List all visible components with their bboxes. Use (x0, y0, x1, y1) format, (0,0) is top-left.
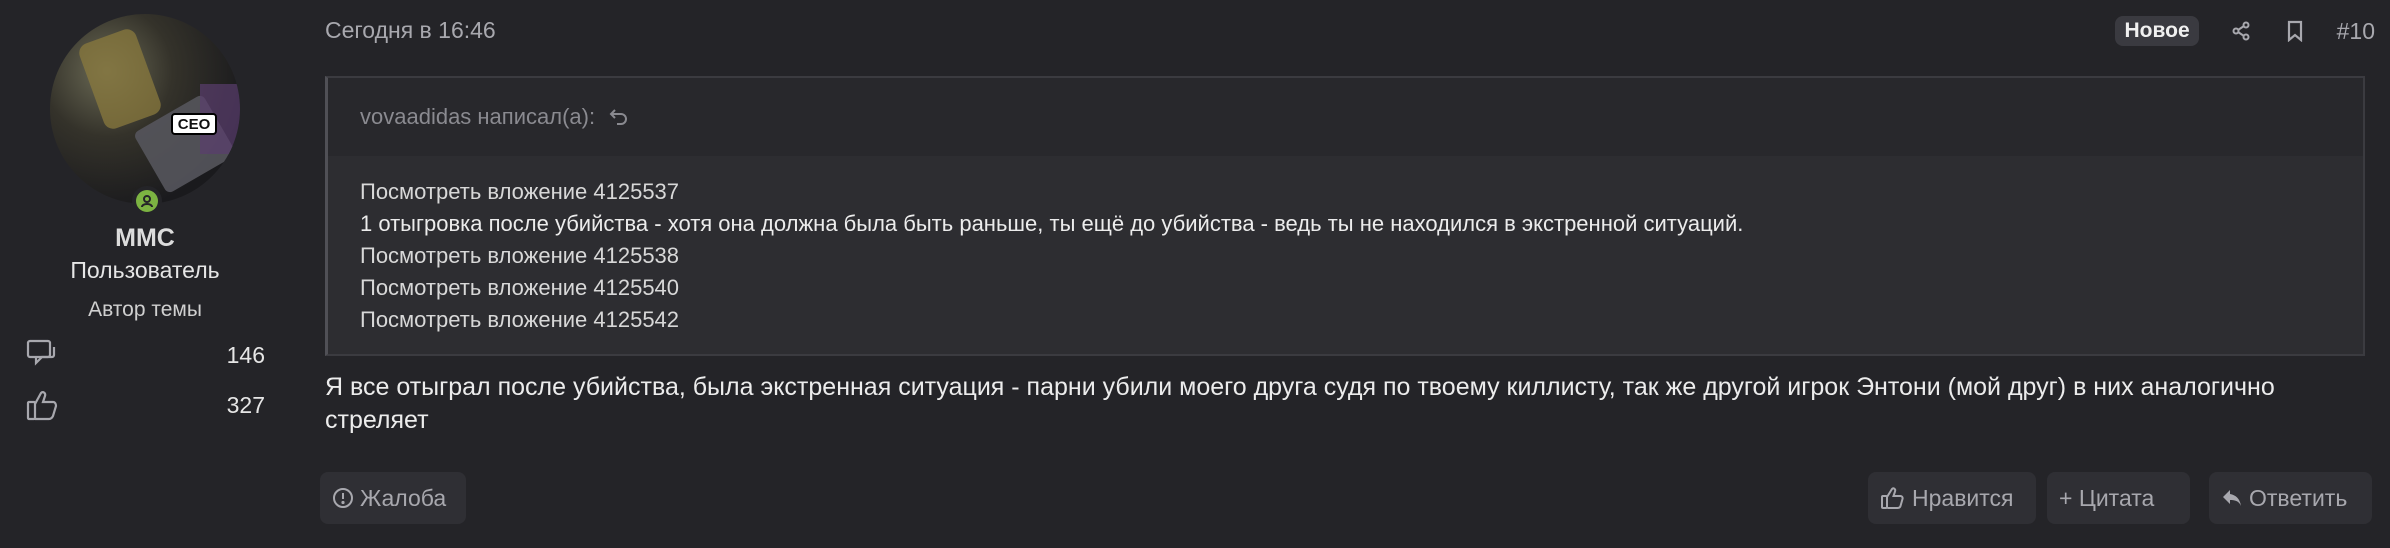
likes-count: 327 (226, 392, 265, 418)
avatar-ceo-badge: CEO (171, 113, 217, 135)
attachment-link[interactable]: Посмотреть вложение 4125538 (360, 240, 2363, 272)
user-info: CEO MMC Пользователь Автор темы 146 327 (0, 0, 290, 548)
report-label: Жалоба (360, 484, 447, 511)
attachment-link[interactable]: Посмотреть вложение 4125542 (360, 304, 2363, 336)
thumbs-up-icon (1881, 487, 1904, 509)
report-button[interactable]: Жалоба (320, 472, 466, 524)
reply-button[interactable]: Ответить (2209, 472, 2372, 524)
report-icon (333, 488, 353, 508)
quote-header: vovaadidas написал(а): (328, 78, 2363, 156)
post-number-link[interactable]: #10 (2337, 18, 2375, 45)
post-date-link[interactable]: Сегодня в 16:46 (325, 17, 496, 44)
user-role: Пользователь (70, 257, 220, 283)
messages-stat: 146 (25, 337, 265, 373)
reply-icon (2223, 490, 2241, 506)
quote-block: vovaadidas написал(а): Посмотреть вложен… (325, 76, 2365, 356)
post-body-text: Я все отыграл после убийства, была экстр… (325, 373, 2275, 434)
new-badge: Новое (2115, 16, 2199, 46)
username-link[interactable]: MMC (0, 224, 290, 253)
quote-author[interactable]: vovaadidas написал(а): (360, 104, 595, 130)
attachment-link[interactable]: Посмотреть вложение 4125540 (360, 272, 2363, 304)
quote-label: + Цитата (2059, 484, 2155, 511)
messages-count: 146 (226, 342, 265, 368)
share-icon[interactable] (2229, 19, 2253, 43)
like-label: Нравится (1912, 484, 2014, 511)
like-button[interactable]: Нравится (1868, 472, 2036, 524)
attachment-link[interactable]: Посмотреть вложение 4125537 (360, 176, 2363, 208)
bookmark-icon[interactable] (2283, 19, 2307, 43)
quote-content: Посмотреть вложение 4125537 1 отыгровка … (328, 156, 2363, 336)
quote-text: 1 отыгровка после убийства - хотя она до… (360, 211, 1744, 236)
post-header-actions: Новое #10 (2115, 16, 2375, 46)
avatar[interactable]: CEO (50, 14, 240, 204)
topic-author-badge: Автор темы (88, 298, 202, 321)
likes-stat: 327 (25, 387, 265, 423)
go-to-quote-icon[interactable] (609, 107, 629, 127)
messages-icon (25, 337, 61, 373)
online-status-icon (132, 186, 162, 216)
reply-label: Ответить (2249, 484, 2348, 511)
quote-button[interactable]: + Цитата (2047, 472, 2190, 524)
thumbs-up-icon (25, 387, 61, 423)
